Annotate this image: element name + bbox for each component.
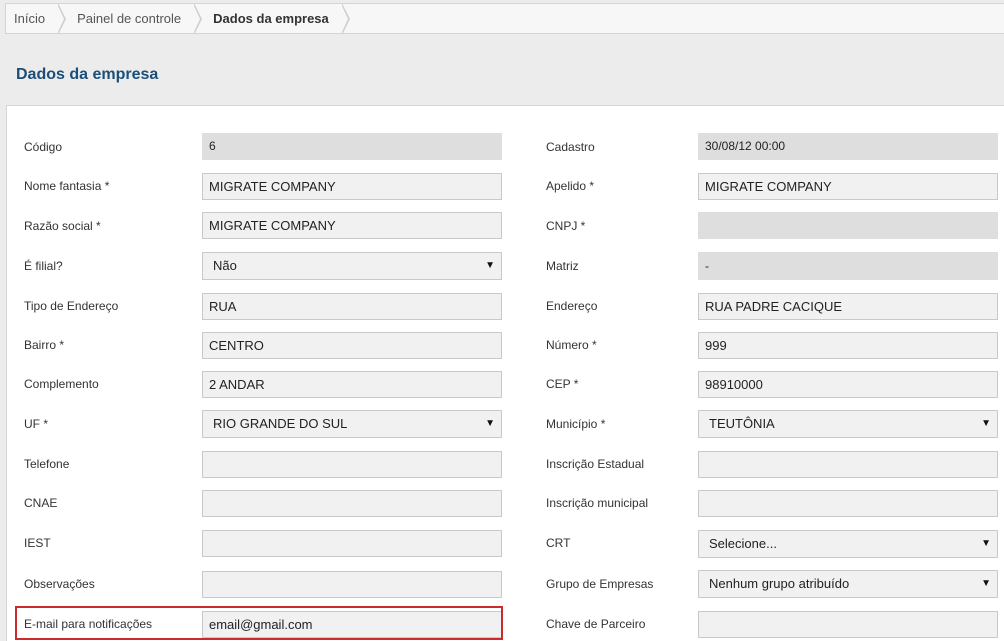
- chave-parceiro-input[interactable]: [698, 611, 998, 638]
- municipio-select[interactable]: TEUTÔNIA ▼: [698, 410, 998, 438]
- label-email-notificacoes: E-mail para notificações: [24, 617, 153, 631]
- cnae-input[interactable]: [202, 490, 502, 517]
- label-chave-parceiro: Chave de Parceiro: [546, 617, 646, 631]
- numero-input[interactable]: 999: [698, 332, 998, 359]
- label-bairro: Bairro *: [24, 338, 65, 352]
- crt-select[interactable]: Selecione... ▼: [698, 530, 998, 558]
- uf-select[interactable]: RIO GRANDE DO SUL ▼: [202, 410, 502, 438]
- label-matriz: Matriz: [546, 259, 579, 273]
- e-filial-value: Não: [213, 258, 237, 273]
- breadcrumb: Início Painel de controle Dados da empre…: [5, 3, 1004, 35]
- bairro-input[interactable]: CENTRO: [202, 332, 502, 359]
- codigo-field: 6: [202, 133, 502, 160]
- crt-value: Selecione...: [709, 536, 777, 551]
- apelido-input[interactable]: MIGRATE COMPANY: [698, 173, 998, 200]
- label-cnae: CNAE: [24, 496, 58, 510]
- matriz-field: -: [698, 252, 998, 280]
- label-iest: IEST: [24, 536, 51, 550]
- breadcrumb-label: Dados da empresa: [213, 11, 329, 26]
- nome-fantasia-input[interactable]: MIGRATE COMPANY: [202, 173, 502, 200]
- complemento-input[interactable]: 2 ANDAR: [202, 371, 502, 398]
- label-municipio: Município *: [546, 417, 606, 431]
- label-inscricao-municipal: Inscrição municipal: [546, 496, 649, 510]
- inscricao-estadual-input[interactable]: [698, 451, 998, 478]
- label-cnpj: CNPJ *: [546, 219, 586, 233]
- label-endereco: Endereço: [546, 299, 598, 313]
- breadcrumb-label: Início: [14, 11, 46, 26]
- breadcrumb-inicio[interactable]: Início: [6, 3, 67, 35]
- label-nome-fantasia: Nome fantasia *: [24, 179, 110, 193]
- breadcrumb-separator: [57, 3, 67, 35]
- label-codigo: Código: [24, 140, 63, 154]
- endereco-input[interactable]: RUA PADRE CACIQUE: [698, 293, 998, 320]
- triangle-down-icon: ▼: [981, 418, 991, 429]
- triangle-down-icon: ▼: [485, 260, 495, 271]
- telefone-input[interactable]: [202, 451, 502, 478]
- tipo-endereco-input[interactable]: RUA: [202, 293, 502, 320]
- inscricao-municipal-input[interactable]: [698, 490, 998, 517]
- breadcrumb-separator: [340, 3, 350, 35]
- uf-value: RIO GRANDE DO SUL: [213, 416, 348, 431]
- observacoes-input[interactable]: [202, 571, 502, 598]
- label-tipo-endereco: Tipo de Endereço: [24, 299, 119, 313]
- label-apelido: Apelido *: [546, 179, 595, 193]
- grupo-empresas-select[interactable]: Nenhum grupo atribuído ▼: [698, 570, 998, 598]
- cadastro-field: 30/08/12 00:00: [698, 133, 998, 160]
- breadcrumb-dados-da-empresa: Dados da empresa: [195, 3, 350, 35]
- label-crt: CRT: [546, 536, 571, 550]
- label-cadastro: Cadastro: [546, 140, 595, 154]
- label-observacoes: Observações: [24, 577, 95, 591]
- triangle-down-icon: ▼: [485, 418, 495, 429]
- label-telefone: Telefone: [24, 457, 70, 471]
- cep-input[interactable]: 98910000: [698, 371, 998, 398]
- page-title: Dados da empresa: [16, 66, 159, 83]
- breadcrumb-separator: [193, 3, 203, 35]
- razao-social-input[interactable]: MIGRATE COMPANY: [202, 212, 502, 239]
- triangle-down-icon: ▼: [981, 538, 991, 549]
- label-grupo-empresas: Grupo de Empresas: [546, 577, 654, 591]
- label-inscricao-estadual: Inscrição Estadual: [546, 457, 645, 471]
- email-notificacoes-input[interactable]: email@gmail.com: [202, 611, 502, 638]
- label-complemento: Complemento: [24, 377, 99, 391]
- triangle-down-icon: ▼: [981, 578, 991, 589]
- breadcrumb-label: Painel de controle: [77, 11, 182, 26]
- municipio-value: TEUTÔNIA: [709, 416, 775, 431]
- label-uf: UF *: [24, 417, 48, 431]
- e-filial-select[interactable]: Não ▼: [202, 252, 502, 280]
- label-e-filial: É filial?: [24, 259, 63, 273]
- iest-input[interactable]: [202, 530, 502, 557]
- cnpj-field: [698, 212, 998, 239]
- breadcrumb-painel-de-controle[interactable]: Painel de controle: [59, 3, 203, 35]
- label-razao-social: Razão social *: [24, 219, 101, 233]
- grupo-empresas-value: Nenhum grupo atribuído: [709, 576, 850, 591]
- label-cep: CEP *: [546, 377, 579, 391]
- label-numero: Número *: [546, 338, 597, 352]
